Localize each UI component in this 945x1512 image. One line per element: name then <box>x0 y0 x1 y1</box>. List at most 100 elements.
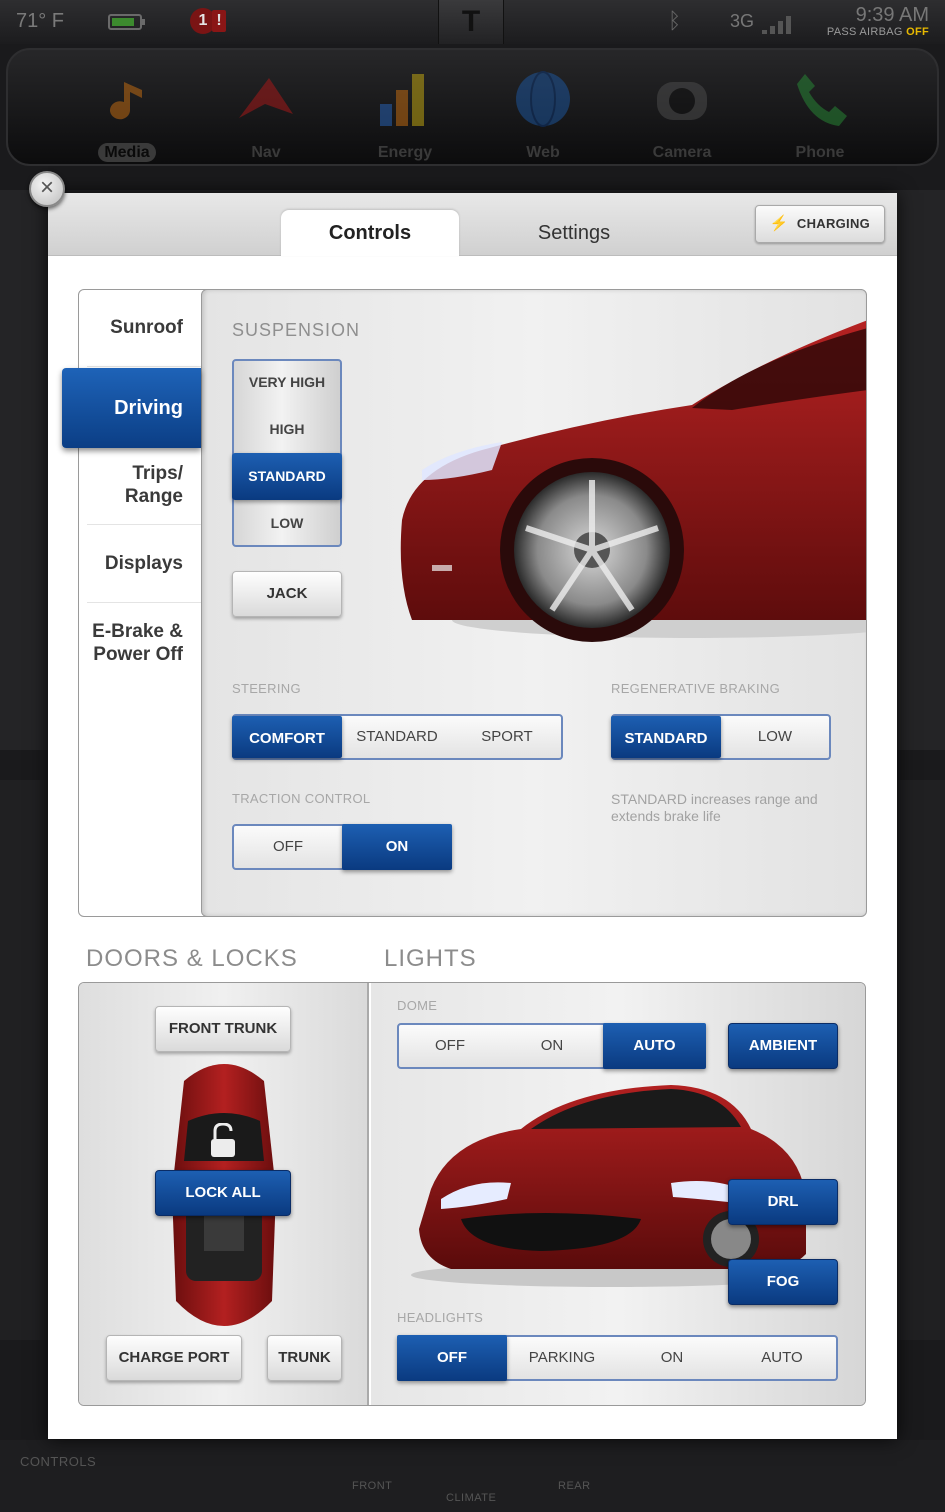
nav-divider <box>87 366 201 367</box>
camera-icon <box>651 68 713 130</box>
dock-camera[interactable]: Camera <box>627 58 737 166</box>
energy-bars-icon <box>374 68 436 130</box>
doors-locks-heading: DOORS & LOCKS <box>86 945 298 972</box>
regen-standard[interactable]: STANDARD <box>611 716 721 758</box>
regen-braking-title: REGENERATIVE BRAKING <box>611 681 781 696</box>
doors-locks-pane: FRONT TRUNK LOCK ALL CHARGE PORT TRUNK <box>79 983 369 1405</box>
headlights-on[interactable]: ON <box>617 1337 727 1379</box>
side-nav: Sunroof Driving Trips/ Range Displays E-… <box>62 290 201 916</box>
rear-defrost-label[interactable]: REAR <box>558 1480 591 1492</box>
traction-control-selector: OFF ON <box>232 824 452 870</box>
dome-auto[interactable]: AUTO <box>603 1023 706 1069</box>
nav-item-displays[interactable]: Displays <box>79 552 201 575</box>
network-type: 3G <box>730 11 755 31</box>
bluetooth-icon: ᛒ <box>668 8 682 33</box>
traction-off[interactable]: OFF <box>234 826 342 868</box>
headlights-auto[interactable]: AUTO <box>727 1337 837 1379</box>
drl-button[interactable]: DRL <box>728 1179 838 1225</box>
steering-mode-selector: COMFORT STANDARD SPORT <box>232 714 563 760</box>
charge-port-button[interactable]: CHARGE PORT <box>106 1335 242 1381</box>
headlights-title: HEADLIGHTS <box>397 1310 484 1325</box>
nav-item-sunroof[interactable]: Sunroof <box>79 316 201 339</box>
suspension-high[interactable]: HIGH <box>232 406 342 453</box>
signal-strength-icon <box>762 12 798 34</box>
steering-title: STEERING <box>232 681 301 696</box>
status-bar: 71° F 1 ! T ᛒ 3G 9:39 AM PASS AIRBAG OFF <box>0 0 945 44</box>
suspension-low[interactable]: LOW <box>232 500 342 547</box>
jack-button[interactable]: JACK <box>232 571 342 617</box>
trunk-button[interactable]: TRUNK <box>267 1335 342 1381</box>
dock-label-phone: Phone <box>795 144 845 161</box>
nav-item-ebrake-power-off[interactable]: E-Brake & Power Off <box>79 620 201 666</box>
doors-lights-panel: FRONT TRUNK LOCK ALL CHARGE PORT TRUNK D… <box>78 982 866 1406</box>
regen-braking-selector: STANDARD LOW <box>611 714 831 760</box>
tab-settings[interactable]: Settings <box>485 210 663 256</box>
steering-sport[interactable]: SPORT <box>452 716 562 758</box>
nav-divider <box>87 602 201 603</box>
climate-label[interactable]: CLIMATE <box>446 1492 496 1504</box>
dock-label-web: Web <box>526 144 560 161</box>
steering-standard[interactable]: STANDARD <box>342 716 452 758</box>
charging-button[interactable]: ⚡ CHARGING <box>755 205 885 243</box>
suspension-height-selector: VERY HIGH HIGH STANDARD LOW <box>232 359 342 547</box>
app-dock: Media Nav Energy Web Camera Phone <box>6 48 939 166</box>
traction-on[interactable]: ON <box>342 824 452 870</box>
close-icon[interactable]: × <box>29 171 65 207</box>
phone-icon <box>789 68 851 130</box>
alert-icon: ! <box>212 10 226 32</box>
dock-phone[interactable]: Phone <box>765 58 875 166</box>
steering-comfort[interactable]: COMFORT <box>232 716 342 758</box>
tab-controls[interactable]: Controls <box>281 210 459 256</box>
dome-on[interactable]: ON <box>501 1025 603 1067</box>
lock-all-button[interactable]: LOCK ALL <box>155 1170 291 1216</box>
regen-hint: STANDARD increases range and extends bra… <box>611 791 818 824</box>
temperature-readout: 71° F <box>16 10 65 32</box>
dock-energy[interactable]: Energy <box>350 58 460 166</box>
regen-low[interactable]: LOW <box>721 716 829 758</box>
headlights-off[interactable]: OFF <box>397 1335 507 1381</box>
globe-icon <box>512 68 574 130</box>
front-defrost-label[interactable]: FRONT <box>352 1480 392 1492</box>
tab-bar: Controls Settings ⚡ CHARGING <box>48 193 897 256</box>
dock-nav[interactable]: Nav <box>211 58 321 166</box>
music-note-icon <box>96 68 158 130</box>
suspension-very-high[interactable]: VERY HIGH <box>232 359 342 406</box>
fog-button[interactable]: FOG <box>728 1259 838 1305</box>
clock: 9:39 AM <box>855 4 929 26</box>
lights-pane: DOME OFF ON AUTO AMBIENT DRL FOG HEADLIG… <box>371 983 865 1405</box>
dock-label-energy: Energy <box>377 144 433 161</box>
suspension-standard[interactable]: STANDARD <box>232 453 342 500</box>
driving-panel: Sunroof Driving Trips/ Range Displays E-… <box>62 289 867 917</box>
headlights-selector: OFF PARKING ON AUTO <box>397 1335 838 1381</box>
lights-heading: LIGHTS <box>384 945 477 972</box>
nav-item-driving[interactable]: Driving <box>62 368 201 448</box>
dome-off[interactable]: OFF <box>399 1025 501 1067</box>
navigation-arrow-icon <box>235 68 297 130</box>
charging-label: CHARGING <box>796 216 871 231</box>
bottom-control-bar: CONTROLS FRONT CLIMATE REAR <box>0 1440 945 1512</box>
dock-media[interactable]: Media <box>72 58 182 166</box>
car-side-illustration <box>400 320 866 642</box>
dome-light-selector: OFF ON AUTO <box>397 1023 706 1069</box>
front-trunk-button[interactable]: FRONT TRUNK <box>155 1006 291 1052</box>
suspension-title: SUSPENSION <box>232 320 361 340</box>
dock-web[interactable]: Web <box>488 58 598 166</box>
dock-label-nav: Nav <box>251 144 281 161</box>
nav-divider <box>87 524 201 525</box>
dome-title: DOME <box>397 998 438 1013</box>
tesla-logo[interactable]: T <box>438 0 504 44</box>
nav-item-trips-range[interactable]: Trips/ Range <box>79 462 201 508</box>
alert-badge[interactable]: 1 ! <box>190 8 232 34</box>
controls-modal: Controls Settings ⚡ CHARGING Sunroof Driv… <box>48 193 897 1439</box>
dock-label-media: Media <box>98 143 156 162</box>
ambient-button[interactable]: AMBIENT <box>728 1023 838 1069</box>
airbag-state: OFF <box>906 26 929 38</box>
dock-label-camera: Camera <box>652 144 712 161</box>
driving-settings: SUSPENSION VERY HIGH HIGH STANDARD LOW J… <box>201 289 867 917</box>
controls-label[interactable]: CONTROLS <box>20 1454 96 1469</box>
charging-bolt-icon: ⚡ <box>769 215 789 232</box>
passenger-airbag-status: PASS AIRBAG OFF <box>827 26 929 38</box>
headlights-parking[interactable]: PARKING <box>507 1337 617 1379</box>
airbag-label: PASS AIRBAG <box>826 26 903 38</box>
battery-icon <box>108 14 145 30</box>
